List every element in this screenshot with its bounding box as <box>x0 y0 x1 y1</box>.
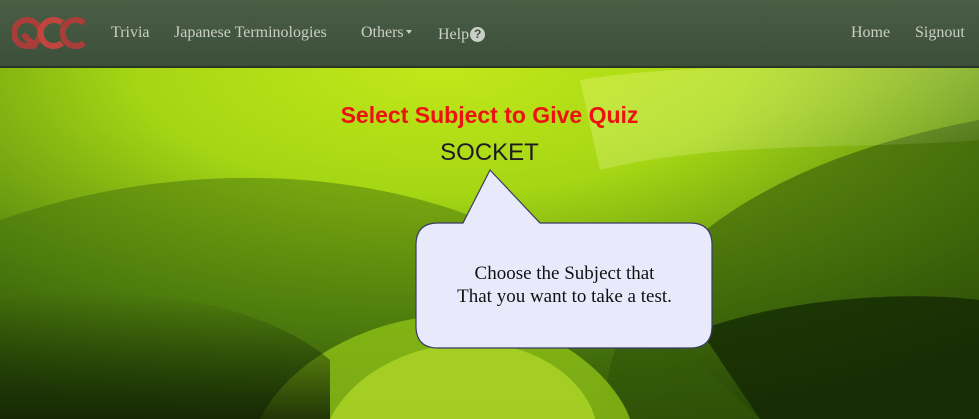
qcc-logo[interactable] <box>12 12 86 54</box>
nav-others-label: Others <box>361 24 404 41</box>
tooltip-line-2: That you want to take a test. <box>457 286 672 307</box>
subject-socket[interactable]: SOCKET <box>0 139 979 167</box>
page-title: Select Subject to Give Quiz <box>340 102 639 128</box>
tooltip-text: Choose the Subject that That you want to… <box>416 262 713 308</box>
navbar: Trivia Japanese Terminologies Others Hel… <box>0 0 979 68</box>
nav-help-label: Help <box>438 26 470 43</box>
app-root: Trivia Japanese Terminologies Others Hel… <box>0 0 979 419</box>
nav-japanese-terminologies[interactable]: Japanese Terminologies <box>174 24 327 42</box>
question-circle-icon: ? <box>470 27 486 42</box>
nav-home[interactable]: Home <box>851 24 890 42</box>
caret-down-icon <box>405 30 412 35</box>
nav-help[interactable]: Help? <box>438 26 486 44</box>
nav-signout[interactable]: Signout <box>915 24 965 42</box>
nav-trivia[interactable]: Trivia <box>111 24 150 42</box>
nav-others-dropdown[interactable]: Others <box>361 24 412 42</box>
tooltip-line-1: Choose the Subject that <box>474 263 655 284</box>
